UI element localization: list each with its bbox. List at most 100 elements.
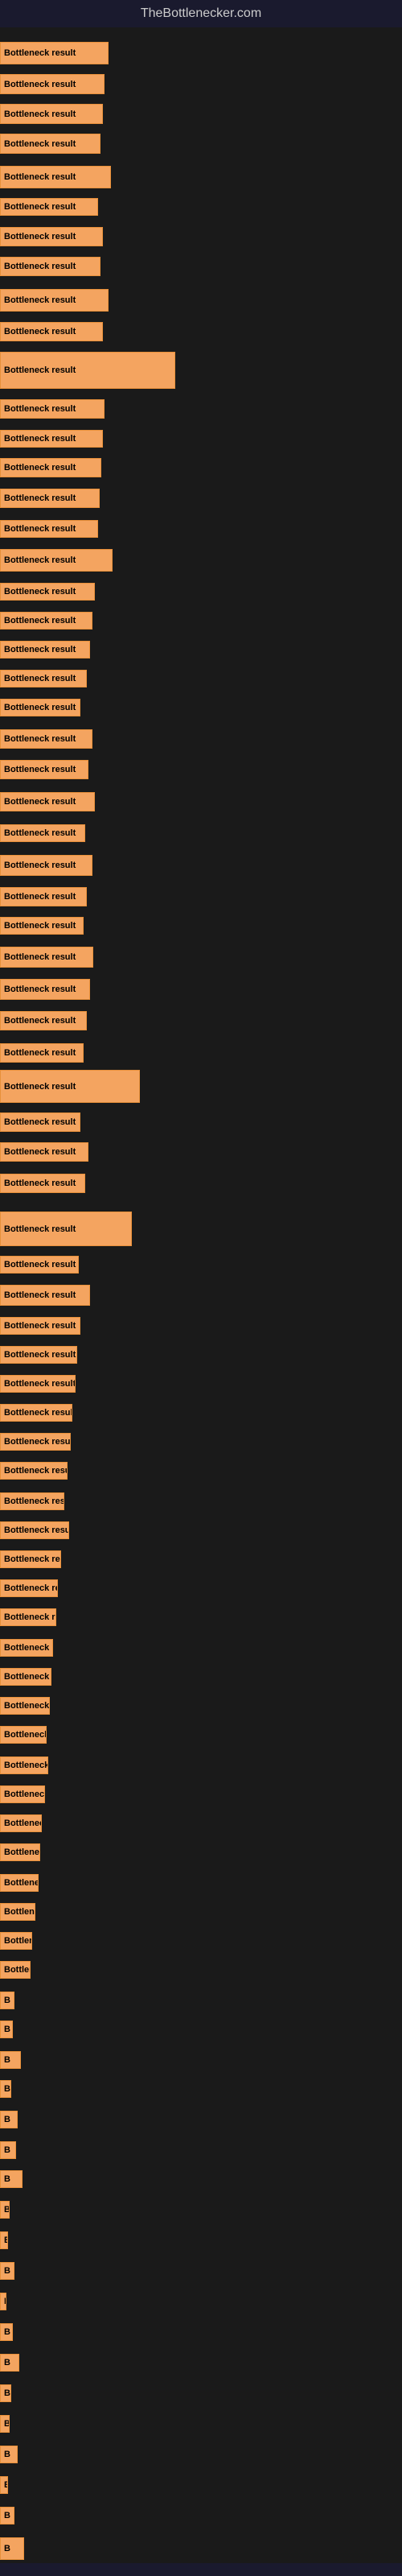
- bar-label: Bottleneck result: [4, 434, 76, 444]
- bar-label: Bottleneck result: [4, 1672, 51, 1682]
- bottleneck-bar: Bottleneck result: [0, 1843, 40, 1861]
- bottleneck-bar: Bottleneck result: [0, 1113, 80, 1132]
- bar-label: Bottleneck result: [4, 1117, 76, 1127]
- bar-label: B: [4, 2480, 8, 2490]
- bottleneck-bar: Bottleneck result: [0, 947, 93, 968]
- bottleneck-bar: Bottleneck result: [0, 699, 80, 716]
- bottleneck-bar: Bottleneck result: [0, 1256, 79, 1274]
- bottleneck-bar: B: [0, 2262, 14, 2280]
- bottleneck-bar: Bottleneck result: [0, 612, 92, 630]
- bottleneck-bar: Bottleneck result: [0, 1874, 39, 1892]
- bottleneck-bar: Bottleneck result: [0, 1757, 48, 1774]
- bar-label: Bottleneck result: [4, 295, 76, 305]
- bottleneck-bar: Bottleneck result: [0, 489, 100, 508]
- bar-label: Bottleneck result: [4, 616, 76, 625]
- bar-label: Bottleneck result: [4, 139, 76, 149]
- bottleneck-bar: Bottleneck result: [0, 824, 85, 842]
- bottleneck-bar: Bottleneck result: [0, 887, 87, 906]
- bar-label: Bottleneck result: [4, 404, 76, 414]
- bar-label: Bottleneck result: [4, 1466, 68, 1476]
- bottleneck-bar: Bottleneck result: [0, 1142, 88, 1162]
- bottleneck-bar: B: [0, 2415, 10, 2433]
- bottleneck-bar: Bottleneck result: [0, 352, 175, 389]
- bottleneck-bar: Bottleneck result: [0, 1785, 45, 1803]
- bottleneck-bar: B: [0, 2021, 13, 2038]
- bottleneck-bar: Bottleneck result: [0, 670, 87, 687]
- bottleneck-bar: Bottleneck result: [0, 322, 103, 341]
- bottleneck-bar: Bottleneck result: [0, 520, 98, 538]
- bar-label: B: [4, 2055, 10, 2065]
- bottleneck-bar: B: [0, 2141, 16, 2159]
- bottleneck-bar: Bottleneck result: [0, 1285, 90, 1306]
- bottleneck-bar: Bottleneck result: [0, 458, 101, 477]
- bottleneck-bar: Bottleneck result: [0, 289, 109, 312]
- bar-label: Bottleneck result: [4, 1554, 61, 1564]
- site-title: TheBottlenecker.com: [0, 0, 402, 27]
- bottleneck-bar: B: [0, 2080, 11, 2098]
- bottleneck-bar: B: [0, 2231, 8, 2249]
- bar-label: Bottleneck result: [4, 365, 76, 375]
- bar-label: Bottleneck result: [4, 1790, 45, 1799]
- bar-label: Bottleneck result: [4, 109, 76, 119]
- bottleneck-bar: Bottleneck result: [0, 1404, 72, 1422]
- bottleneck-bar: Bottleneck result: [0, 641, 90, 658]
- bottleneck-bar: B: [0, 2111, 18, 2128]
- bar-label: Bottleneck result: [4, 1048, 76, 1058]
- bottleneck-bar: Bottleneck result: [0, 1521, 69, 1539]
- bottleneck-bar: Bottleneck result: [0, 760, 88, 779]
- bar-label: B: [4, 2511, 10, 2520]
- bottleneck-bar: B: [0, 1992, 14, 2009]
- bottleneck-bar: B: [0, 2354, 19, 2372]
- site-header: TheBottlenecker.com: [0, 0, 402, 27]
- bottleneck-bar: B: [0, 2384, 11, 2402]
- bar-label: Bottleneck result: [4, 921, 76, 931]
- bottleneck-bar: Bottleneck result: [0, 1174, 85, 1193]
- bottleneck-bar: B: [0, 2170, 23, 2188]
- bottleneck-bar: Bottleneck result: [0, 1317, 80, 1335]
- bar-label: Bottleneck result: [4, 734, 76, 744]
- bar-label: Bottleneck result: [4, 1147, 76, 1157]
- bar-label: B: [4, 2025, 10, 2034]
- bar-label: Bottleneck result: [4, 1408, 72, 1418]
- chart-area: Bottleneck result Bottleneck result Bottle…: [0, 27, 402, 2563]
- bar-label: Bottleneck result: [4, 1936, 32, 1946]
- bottleneck-bar: Bottleneck result: [0, 1043, 84, 1063]
- bar-label: Bottleneck result: [4, 555, 76, 565]
- bottleneck-bar: Bottleneck result: [0, 430, 103, 448]
- bar-label: Bottleneck result: [4, 1701, 50, 1711]
- bottleneck-bar: Bottleneck result: [0, 1726, 47, 1744]
- bottleneck-bar: B: [0, 2293, 6, 2310]
- bottleneck-bar: Bottleneck result: [0, 134, 100, 154]
- bottleneck-bar: Bottleneck result: [0, 399, 105, 419]
- bar-label: B: [4, 2358, 10, 2368]
- bottleneck-bar: Bottleneck result: [0, 42, 109, 64]
- bar-label: Bottleneck result: [4, 952, 76, 962]
- bar-label: Bottleneck result: [4, 828, 76, 838]
- bar-label: Bottleneck result: [4, 262, 76, 271]
- bar-label: Bottleneck result: [4, 765, 76, 774]
- bar-label: Bottleneck result: [4, 1179, 76, 1188]
- bottleneck-bar: Bottleneck result: [0, 1639, 53, 1657]
- bar-label: Bottleneck result: [4, 1583, 58, 1593]
- bar-label: Bottleneck result: [4, 861, 76, 870]
- bar-label: Bottleneck result: [4, 1907, 35, 1917]
- bottleneck-bar: Bottleneck result: [0, 227, 103, 246]
- bar-label: Bottleneck result: [4, 1379, 76, 1389]
- bar-label: Bottleneck result: [4, 493, 76, 503]
- bar-label: B: [4, 2145, 10, 2155]
- bottleneck-bar: Bottleneck result: [0, 979, 90, 1000]
- bottleneck-bar: Bottleneck result: [0, 1814, 42, 1832]
- bar-label: B: [4, 2544, 10, 2553]
- bottleneck-bar: Bottleneck result: [0, 166, 111, 188]
- bottleneck-bar: B: [0, 2537, 24, 2560]
- bar-label: Bottleneck result: [4, 1016, 76, 1026]
- bar-label: Bottleneck result: [4, 985, 76, 994]
- bottleneck-bar: Bottleneck result: [0, 583, 95, 601]
- bar-label: Bottleneck result: [4, 1878, 39, 1888]
- bar-label: B: [4, 2115, 10, 2124]
- bar-label: Bottleneck result: [4, 1260, 76, 1269]
- bar-label: B: [4, 2174, 10, 2184]
- bar-label: Bottleneck result: [4, 1761, 48, 1770]
- bottleneck-bar: Bottleneck result: [0, 257, 100, 276]
- bar-label: Bottleneck result: [4, 524, 76, 534]
